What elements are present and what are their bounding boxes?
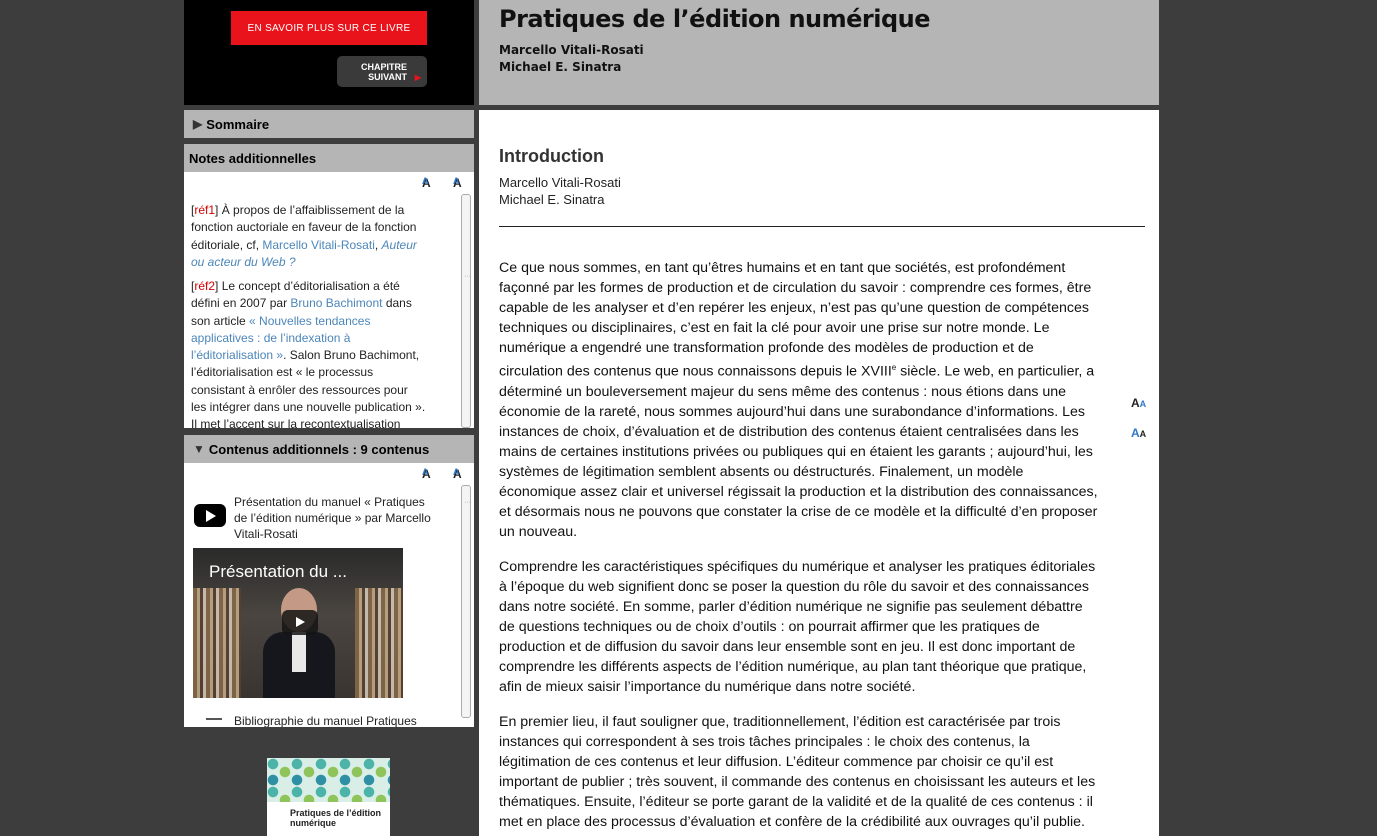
contents-scrollbar[interactable]: ··· — [461, 485, 471, 718]
notes-scrollbar[interactable]: ··· — [461, 194, 471, 428]
bookshelf-image — [355, 588, 403, 698]
book-title: Pratiques de l’édition numérique — [499, 5, 931, 33]
video-player[interactable]: Présentation du ... — [193, 548, 403, 698]
note-ref-link[interactable]: réf1 — [194, 203, 215, 217]
next-chapter-label: CHAPITRE SUIVANT — [360, 62, 407, 82]
youtube-play-icon[interactable] — [194, 504, 226, 527]
divider — [499, 226, 1145, 227]
text-larger-icon[interactable]: AA — [1131, 396, 1146, 410]
note-ref-link[interactable]: réf2 — [194, 279, 215, 293]
note-author-link[interactable]: Marcello Vitali-Rosati — [262, 238, 374, 252]
chapter-text: Ce que nous sommes, en tant qu’êtres hum… — [499, 258, 1099, 836]
video-item-link[interactable]: Présentation du manuel « Pratiques de l’… — [234, 494, 434, 542]
note-item: [réf2] Le concept d’éditorialisation a é… — [191, 279, 426, 428]
chapter-author[interactable]: Marcello Vitali-Rosati — [499, 175, 621, 190]
document-icon — [206, 718, 222, 720]
notes-header: Notes additionnelles — [184, 144, 474, 172]
next-chapter-button[interactable]: CHAPITRE SUIVANT ▶ — [337, 56, 427, 87]
video-overlay-title: Présentation du ... — [209, 562, 347, 581]
presenter-image — [263, 588, 335, 698]
paragraph: Ce que nous sommes, en tant qu’êtres hum… — [499, 260, 1098, 540]
play-arrow-icon: ▶ — [414, 73, 421, 82]
cover-title: Pratiques de l’édition numérique — [290, 808, 382, 828]
contents-toggle[interactable]: ▼ Contenus additionnels : 9 contenus — [184, 435, 474, 463]
header-author[interactable]: Michael E. Sinatra — [499, 60, 621, 74]
chapter-author[interactable]: Michael E. Sinatra — [499, 192, 605, 207]
chapter-content: Introduction Marcello Vitali-Rosati Mich… — [479, 110, 1159, 836]
triangle-down-icon: ▼ — [193, 442, 205, 456]
sidebar-header: EN SAVOIR PLUS SUR CE LIVRE CHAPITRE SUI… — [184, 0, 474, 105]
summary-label: Sommaire — [206, 116, 270, 132]
learn-more-button[interactable]: EN SAVOIR PLUS SUR CE LIVRE — [231, 11, 427, 45]
note-item: [réf1] À propos de l’affaiblissement de … — [191, 203, 417, 269]
chapter-title: Introduction — [499, 146, 604, 166]
book-cover[interactable]: Pratiques de l’édition numérique — [267, 758, 390, 836]
contents-panel: AA AA Présentation du manuel « Pratiques… — [184, 463, 474, 727]
paragraph: En premier lieu, il faut souligner que, … — [499, 713, 1096, 836]
notes-label: Notes additionnelles — [189, 150, 317, 166]
triangle-right-icon: ▶ — [193, 117, 203, 131]
bookshelf-image — [193, 588, 241, 698]
note-author-link[interactable]: Bruno Bachimont — [290, 296, 382, 310]
header-author[interactable]: Marcello Vitali-Rosati — [499, 43, 644, 57]
bibliography-item-link[interactable]: Bibliographie du manuel Pratiques — [234, 713, 434, 727]
contents-label: Contenus additionnels : 9 contenus — [208, 441, 430, 457]
book-header: Pratiques de l’édition numérique Marcell… — [479, 0, 1159, 105]
text-smaller-icon[interactable]: AA — [1131, 426, 1146, 440]
summary-toggle[interactable]: ▶ Sommaire — [184, 110, 474, 138]
video-play-icon[interactable] — [282, 610, 318, 635]
cover-pattern — [267, 758, 390, 802]
notes-panel: AA AA [réf1] À propos de l’affaiblisseme… — [184, 172, 474, 428]
paragraph: Comprendre les caractéristiques spécifiq… — [499, 558, 1096, 695]
